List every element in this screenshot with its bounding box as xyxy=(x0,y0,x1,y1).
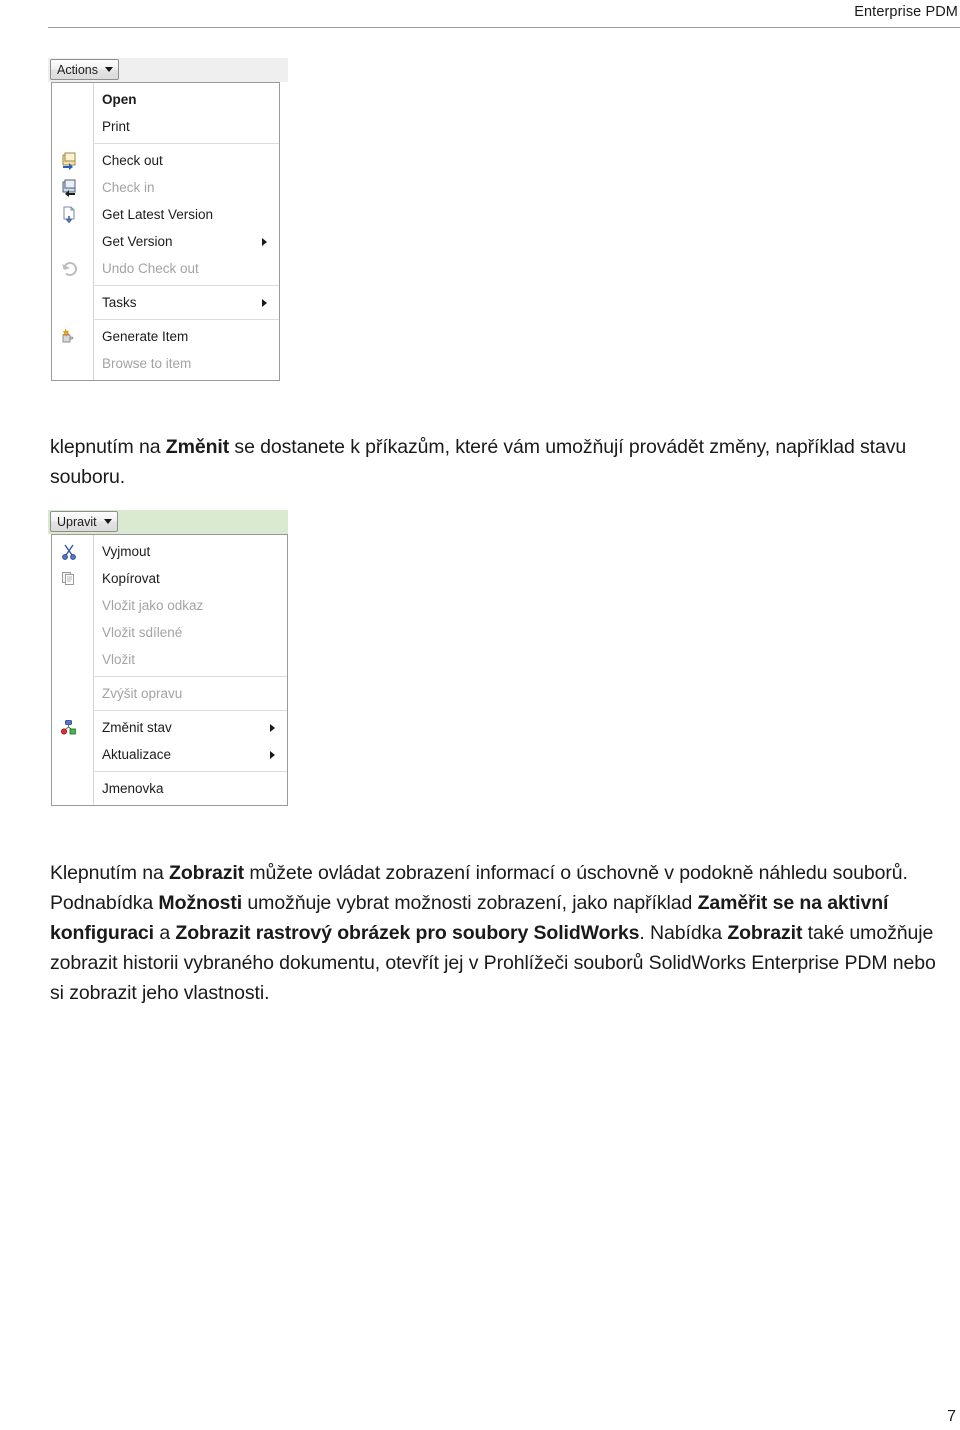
paragraph-text: klepnutím na xyxy=(50,436,166,458)
upravit-menu-button-label: Upravit xyxy=(57,514,97,529)
check-in-icon xyxy=(60,179,78,197)
menu-item-label: Aktualizace xyxy=(102,747,172,762)
chevron-down-icon xyxy=(103,519,112,524)
menu-separator xyxy=(93,319,279,320)
menu-item[interactable]: Tasks xyxy=(52,289,279,316)
menu-item[interactable]: Změnit stav xyxy=(52,714,287,741)
menu-item[interactable]: Open xyxy=(52,86,279,113)
menu-item[interactable]: Print xyxy=(52,113,279,140)
upravit-menu-button[interactable]: Upravit xyxy=(50,511,118,532)
paragraph-emphasis: Zobrazit rastrový obrázek pro soubory So… xyxy=(175,922,640,944)
menu-item-label: Vložit xyxy=(102,652,136,667)
paragraph-emphasis: Zobrazit xyxy=(727,922,803,944)
menu-item-label: Open xyxy=(102,92,137,107)
menu-item: Browse to item xyxy=(52,350,279,377)
actions-menu-button-label: Actions xyxy=(57,62,98,77)
paragraph-zobrazit: Klepnutím na Zobrazit můžete ovládat zob… xyxy=(50,858,942,1008)
menu-item[interactable]: Vyjmout xyxy=(52,538,287,565)
menu-item-label: Print xyxy=(102,119,130,134)
menu-item-label: Zvýšit opravu xyxy=(102,686,183,701)
menu-item-label: Get Version xyxy=(102,234,173,249)
change-state-icon xyxy=(60,719,78,737)
copy-icon xyxy=(60,570,78,588)
menu-item[interactable]: Kopírovat xyxy=(52,565,287,592)
paragraph-text: Klepnutím na xyxy=(50,862,170,884)
actions-dropdown-panel: Open Print Check out Check in Get Latest … xyxy=(51,82,280,381)
menu-item[interactable]: Get Latest Version xyxy=(52,201,279,228)
menu-item[interactable]: Jmenovka xyxy=(52,775,287,802)
paragraph-zmenit: klepnutím na Změnit se dostanete k příka… xyxy=(50,432,940,492)
menu-separator xyxy=(93,676,287,677)
cut-icon xyxy=(60,543,78,561)
menu-item: Vložit sdílené xyxy=(52,619,287,646)
menu-item[interactable]: Aktualizace xyxy=(52,741,287,768)
menu-separator xyxy=(93,710,287,711)
paragraph-text: a xyxy=(154,922,176,944)
paragraph-text: umožňuje vybrat možnosti zobrazení, jako… xyxy=(242,892,698,914)
actions-menu-button[interactable]: Actions xyxy=(50,59,119,80)
submenu-arrow-icon xyxy=(270,723,275,732)
submenu-arrow-icon xyxy=(262,237,267,246)
submenu-arrow-icon xyxy=(270,750,275,759)
menu-item: Vložit xyxy=(52,646,287,673)
generate-item-icon xyxy=(60,327,78,346)
menu-item-label: Tasks xyxy=(102,295,137,310)
menu-item[interactable]: Check out xyxy=(52,147,279,174)
paragraph-text: . Nabídka xyxy=(639,922,728,944)
get-latest-icon xyxy=(60,206,78,224)
undo-icon xyxy=(60,260,78,278)
menu-item-label: Vložit jako odkaz xyxy=(102,598,204,613)
paragraph-emphasis: Zobrazit xyxy=(169,862,245,884)
menu-item: Undo Check out xyxy=(52,255,279,282)
menu-item-label: Vložit sdílené xyxy=(102,625,183,640)
menu-item: Zvýšit opravu xyxy=(52,680,287,707)
menu-item-label: Jmenovka xyxy=(102,781,164,796)
menu-separator xyxy=(93,771,287,772)
check-out-icon xyxy=(60,152,78,170)
menu-item[interactable]: Get Version xyxy=(52,228,279,255)
menu-item[interactable]: Generate Item xyxy=(52,323,279,350)
menu-separator xyxy=(93,285,279,286)
header-divider xyxy=(48,27,960,28)
upravit-dropdown-panel: Vyjmout Kopírovat Vložit jako odkaz Vložit… xyxy=(51,534,288,806)
chevron-down-icon xyxy=(105,67,113,72)
paragraph-emphasis: Možnosti xyxy=(158,892,243,914)
running-header-title: Enterprise PDM xyxy=(854,4,958,20)
menu-item-label: Browse to item xyxy=(102,356,192,371)
menu-separator xyxy=(93,143,279,144)
paragraph-emphasis: Změnit xyxy=(165,436,230,458)
menu-item: Check in xyxy=(52,174,279,201)
page-number: 7 xyxy=(947,1408,956,1425)
menu-item: Vložit jako odkaz xyxy=(52,592,287,619)
submenu-arrow-icon xyxy=(262,298,267,307)
